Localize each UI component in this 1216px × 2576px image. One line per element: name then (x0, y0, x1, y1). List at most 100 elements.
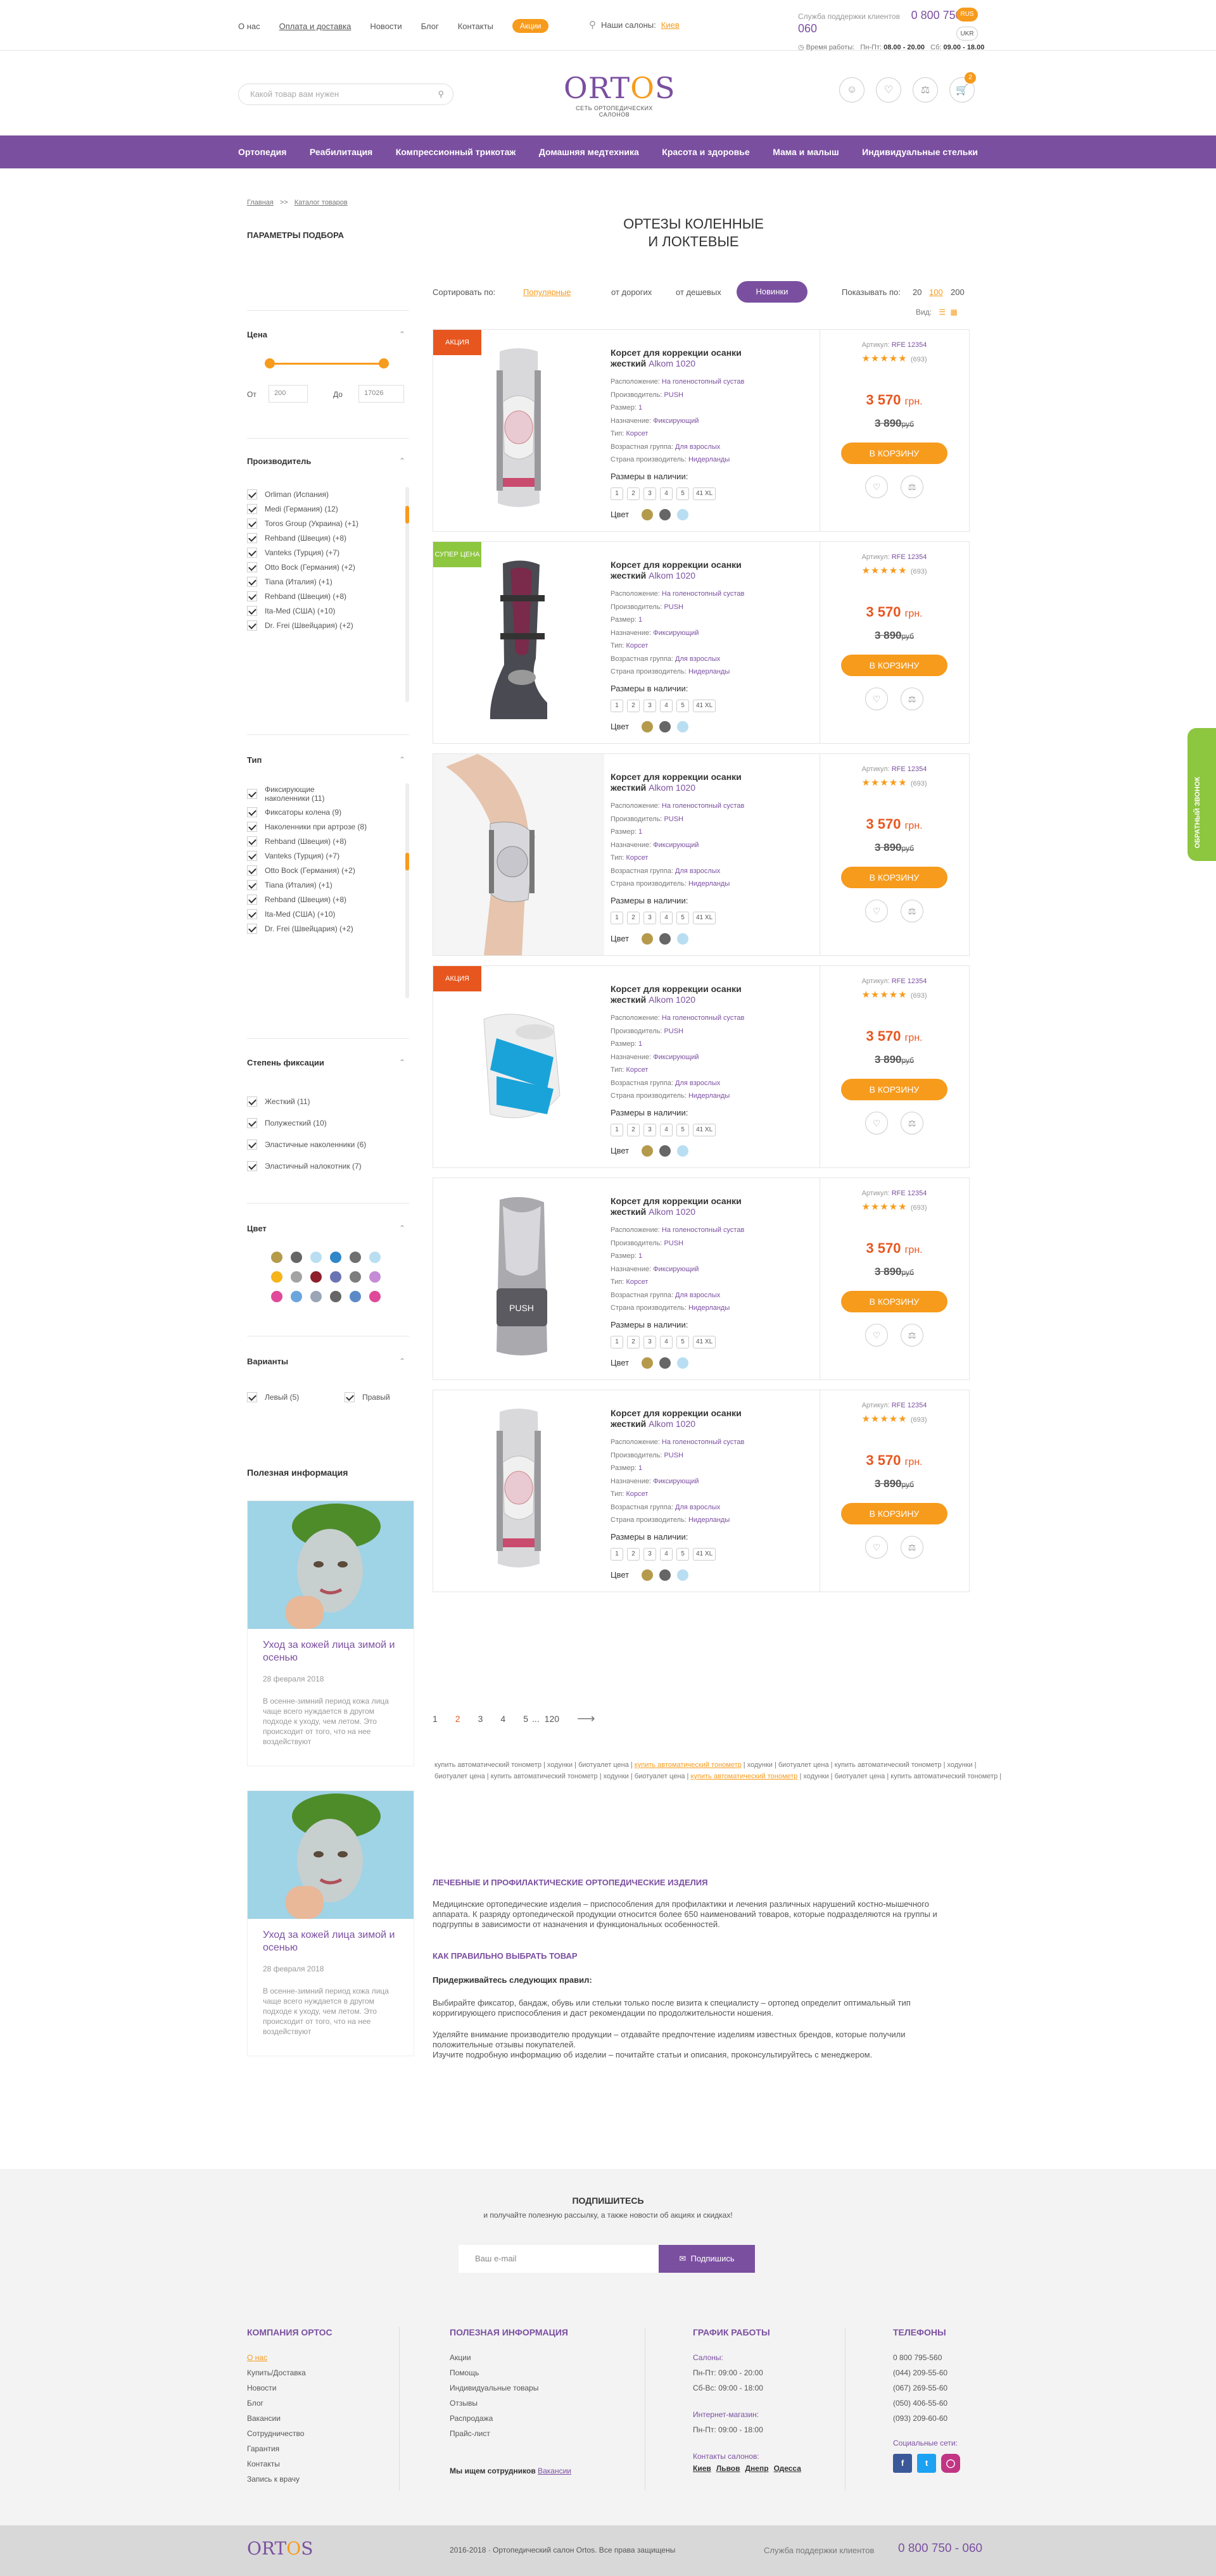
color-option-dot[interactable] (659, 720, 671, 732)
sort-new[interactable]: Новинки (737, 281, 808, 303)
top-nav-about[interactable]: О нас (238, 22, 260, 31)
size-option[interactable]: 4 (660, 911, 673, 924)
checkbox-checked[interactable] (247, 879, 257, 890)
color-swatch[interactable] (330, 1252, 341, 1263)
category-rehab[interactable]: Реабилитация (310, 147, 372, 157)
color-swatch[interactable] (330, 1291, 341, 1302)
color-option-dot[interactable] (659, 1569, 671, 1581)
seo-tags-text[interactable]: | ходунки | биотуалет цена | купить авто… (744, 1761, 977, 1769)
color-swatch[interactable] (271, 1271, 282, 1283)
compare-scales-icon[interactable]: ⚖ (901, 1536, 923, 1559)
salons-city-link[interactable]: Киев (661, 20, 680, 30)
add-to-cart-button[interactable]: В КОРЗИНУ (841, 1503, 947, 1524)
breadcrumb-home[interactable]: Главная (247, 199, 274, 206)
filter-variant-right[interactable]: Правый (345, 1390, 390, 1404)
size-option[interactable]: 5 (676, 1123, 689, 1136)
sort-popular[interactable]: Популярные (523, 287, 571, 297)
favorite-heart-icon[interactable]: ♡ (865, 900, 888, 922)
color-swatch[interactable] (369, 1271, 381, 1283)
show-20[interactable]: 20 (913, 287, 922, 297)
color-option-dot[interactable] (659, 1145, 671, 1157)
footer-link[interactable]: Сотрудничество (247, 2426, 399, 2441)
chevron-up-icon[interactable]: ⌃ (399, 456, 405, 465)
color-swatch[interactable] (350, 1271, 361, 1283)
checkbox-checked[interactable] (247, 807, 257, 817)
article-card[interactable]: Уход за кожей лица зимой и осенью 28 фев… (247, 1500, 414, 1766)
category-mother-baby[interactable]: Мама и малыш (773, 147, 839, 157)
footer-link[interactable]: Запись к врачу (247, 2472, 399, 2487)
favorites-heart-icon[interactable]: ♡ (876, 77, 901, 103)
seo-tag-highlight[interactable]: купить автоматический тонометр (635, 1761, 742, 1769)
footer-link[interactable]: О нас (247, 2350, 399, 2365)
product-image[interactable] (433, 542, 604, 743)
promo-badge[interactable]: Акции (512, 19, 549, 33)
seo-tag-highlight[interactable]: купить автоматический тонометр (690, 1773, 797, 1780)
size-option[interactable]: 5 (676, 1335, 689, 1348)
article-title[interactable]: Уход за кожей лица зимой и осенью (248, 1629, 414, 1664)
color-option-dot[interactable] (677, 1145, 689, 1157)
top-nav-blog[interactable]: Блог (421, 22, 439, 31)
list-view-icon[interactable]: ☰ (939, 308, 946, 317)
checkbox-checked[interactable] (345, 1392, 355, 1402)
size-option[interactable]: 4 (660, 487, 673, 500)
filter-maker-option[interactable]: Tiana (Италия) (+1) (247, 574, 393, 589)
next-arrow-icon[interactable]: ⟶ (577, 1711, 595, 1726)
lang-ua-button[interactable]: UKR (956, 27, 978, 41)
checkbox-checked[interactable] (247, 620, 257, 631)
color-swatch[interactable] (330, 1271, 341, 1283)
footer-link[interactable]: Контакты (247, 2456, 399, 2472)
checkbox-checked[interactable] (247, 923, 257, 934)
filter-maker-option[interactable]: Dr. Frei (Швейцария) (+2) (247, 618, 393, 632)
checkbox-checked[interactable] (247, 576, 257, 587)
color-option-dot[interactable] (677, 1569, 689, 1581)
color-option-dot[interactable] (677, 720, 689, 732)
size-option[interactable]: 5 (676, 699, 689, 712)
color-option-dot[interactable] (642, 1569, 654, 1581)
checkbox-checked[interactable] (247, 503, 257, 514)
color-swatch[interactable] (291, 1291, 302, 1302)
color-option-dot[interactable] (677, 1357, 689, 1369)
sort-cheap[interactable]: от дешевых (676, 287, 721, 297)
size-option[interactable]: 4 (660, 699, 673, 712)
checkbox-checked[interactable] (247, 1096, 257, 1107)
compare-scales-icon[interactable]: ⚖ (913, 77, 938, 103)
filter-type-option[interactable]: Rehband (Швеция) (+8) (247, 892, 393, 907)
subscribe-button[interactable]: ✉ Подпишись (659, 2245, 755, 2273)
filter-fixation-option[interactable]: Полужесткий (10) (247, 1112, 393, 1134)
footer-link[interactable]: Помощь (450, 2365, 614, 2380)
color-swatch[interactable] (350, 1252, 361, 1263)
size-option[interactable]: 1 (611, 1547, 623, 1561)
category-home-medtech[interactable]: Домашняя медтехника (539, 147, 639, 157)
checkbox-checked[interactable] (247, 850, 257, 861)
chevron-up-icon[interactable]: ⌃ (399, 1224, 405, 1233)
filter-type-option[interactable]: Ita-Med (США) (+10) (247, 907, 393, 921)
add-to-cart-button[interactable]: В КОРЗИНУ (841, 443, 947, 464)
checkbox-checked[interactable] (247, 591, 257, 601)
color-option-dot[interactable] (642, 933, 654, 945)
product-image[interactable] (433, 330, 604, 531)
size-option[interactable]: 1 (611, 1123, 623, 1136)
size-option[interactable]: 41 XL (693, 1123, 716, 1136)
filter-fixation-title[interactable]: Степень фиксации (247, 1058, 324, 1067)
size-option[interactable]: 1 (611, 911, 623, 924)
color-option-dot[interactable] (659, 1357, 671, 1369)
filter-type-option[interactable]: Tiana (Италия) (+1) (247, 877, 393, 892)
color-swatch[interactable] (350, 1291, 361, 1302)
compare-scales-icon[interactable]: ⚖ (901, 688, 923, 710)
product-image[interactable] (433, 966, 604, 1167)
filter-color-title[interactable]: Цвет (247, 1224, 267, 1233)
article-title[interactable]: Уход за кожей лица зимой и осенью (248, 1919, 414, 1954)
compare-scales-icon[interactable]: ⚖ (901, 1112, 923, 1134)
footer-phone[interactable]: (093) 209-60-60 (893, 2411, 982, 2426)
color-option-dot[interactable] (677, 933, 689, 945)
category-orthopedics[interactable]: Ортопедия (238, 147, 286, 157)
color-option-dot[interactable] (677, 508, 689, 520)
top-nav-payment[interactable]: Оплата и доставка (279, 22, 352, 31)
checkbox-checked[interactable] (247, 562, 257, 572)
footer-link[interactable]: Блог (247, 2396, 399, 2411)
footer-link[interactable]: Новости (247, 2380, 399, 2396)
favorite-heart-icon[interactable]: ♡ (865, 1536, 888, 1559)
show-100[interactable]: 100 (929, 287, 943, 297)
footer-link[interactable]: Купить/Доставка (247, 2365, 399, 2380)
size-option[interactable]: 1 (611, 1335, 623, 1348)
